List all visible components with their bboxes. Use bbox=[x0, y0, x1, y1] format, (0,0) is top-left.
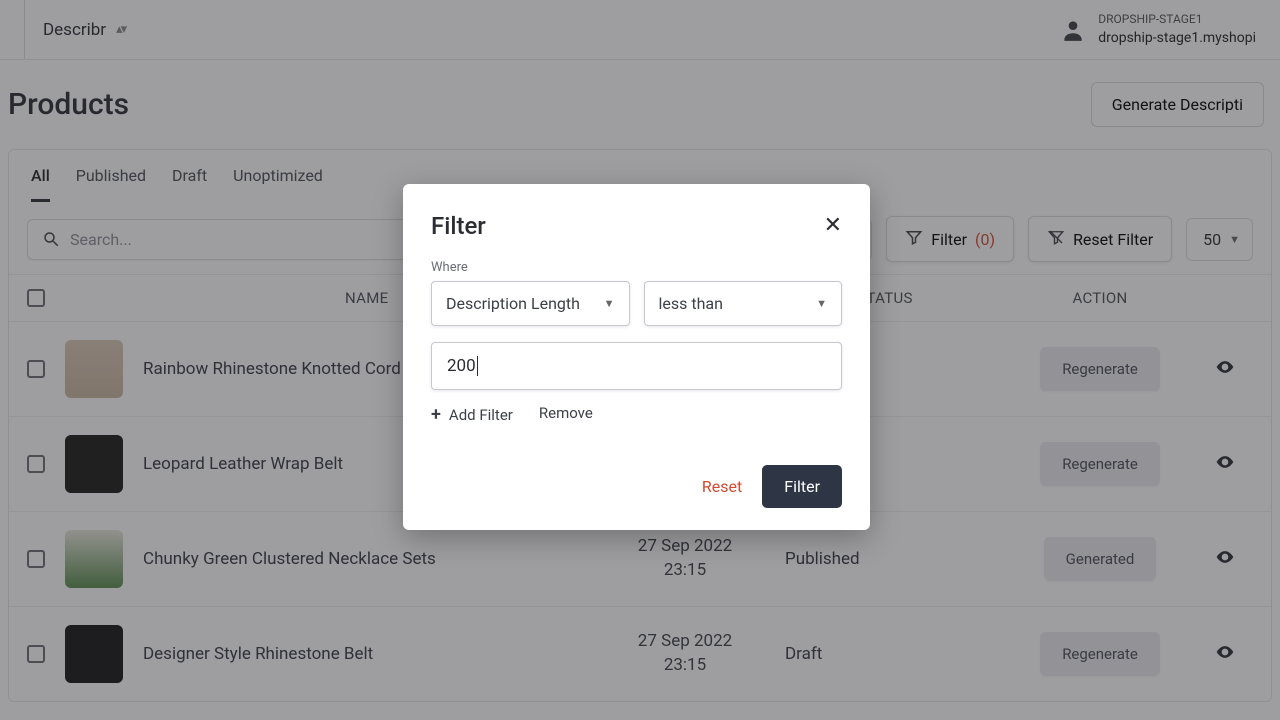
add-filter-label: Add Filter bbox=[449, 406, 513, 424]
chevron-down-icon: ▼ bbox=[816, 297, 827, 310]
operator-select[interactable]: less than ▼ bbox=[644, 281, 843, 326]
field-select[interactable]: Description Length ▼ bbox=[431, 281, 630, 326]
apply-filter-button[interactable]: Filter bbox=[762, 465, 842, 508]
value-text: 200 bbox=[447, 356, 476, 376]
text-caret bbox=[477, 356, 478, 376]
value-input[interactable]: 200 bbox=[431, 342, 842, 390]
chevron-down-icon: ▼ bbox=[604, 297, 615, 310]
filter-modal: Filter ✕ Where Description Length ▼ less… bbox=[403, 184, 870, 530]
operator-value: less than bbox=[659, 294, 723, 313]
plus-icon: + bbox=[431, 404, 441, 425]
field-value: Description Length bbox=[446, 294, 580, 313]
modal-title: Filter bbox=[431, 212, 486, 240]
add-filter-button[interactable]: + Add Filter bbox=[431, 404, 513, 425]
reset-button[interactable]: Reset bbox=[702, 477, 742, 496]
remove-filter-button[interactable]: Remove bbox=[539, 404, 593, 425]
where-label: Where bbox=[431, 260, 842, 275]
close-icon[interactable]: ✕ bbox=[824, 215, 842, 237]
